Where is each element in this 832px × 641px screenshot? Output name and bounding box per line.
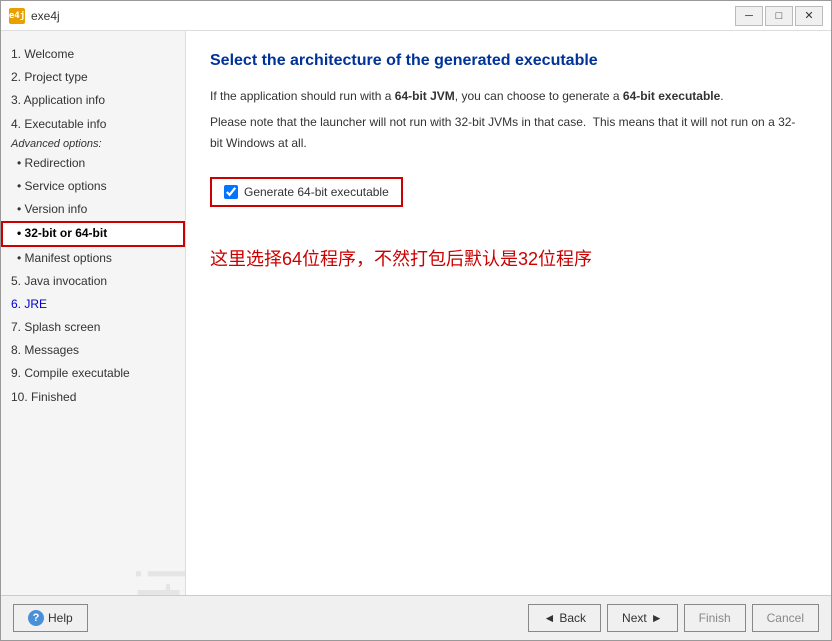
sidebar-item-messages[interactable]: 8. Messages: [1, 339, 185, 362]
chinese-note: 这里选择64位程序，不然打包后默认是32位程序: [210, 245, 807, 271]
footer: ? Help ◄ Back Next ► Finish Cancel: [1, 595, 831, 640]
sidebar-item-service-options[interactable]: • Service options: [1, 175, 185, 198]
next-button[interactable]: Next ►: [607, 604, 678, 632]
window-controls: ─ □ ✕: [735, 6, 823, 26]
title-bar: e4j exe4j ─ □ ✕: [1, 1, 831, 31]
sidebar-item-app-info[interactable]: 3. Application info: [1, 89, 185, 112]
window-title: exe4j: [31, 9, 735, 23]
sidebar-item-exe-info[interactable]: 4. Executable info: [1, 113, 185, 136]
page-title: Select the architecture of the generated…: [210, 51, 807, 72]
sidebar-item-project-type[interactable]: 2. Project type: [1, 66, 185, 89]
sidebar-item-splash-screen[interactable]: 7. Splash screen: [1, 316, 185, 339]
cancel-button[interactable]: Cancel: [752, 604, 819, 632]
app-icon: e4j: [9, 8, 25, 24]
generate-64bit-checkbox[interactable]: [224, 185, 238, 199]
sidebar: 1. Welcome 2. Project type 3. Applicatio…: [1, 31, 186, 595]
help-button[interactable]: ? Help: [13, 604, 88, 632]
sidebar-watermark: exe4j: [124, 565, 186, 595]
sidebar-item-32-64-bit[interactable]: • 32-bit or 64-bit: [1, 221, 185, 246]
back-icon: ◄: [543, 611, 555, 625]
main-window: e4j exe4j ─ □ ✕ 1. Welcome 2. Project ty…: [0, 0, 832, 641]
sidebar-item-finished[interactable]: 10. Finished: [1, 386, 185, 409]
description-1: If the application should run with a 64-…: [210, 86, 807, 106]
close-button[interactable]: ✕: [795, 6, 823, 26]
description-2: Please note that the launcher will not r…: [210, 112, 807, 153]
restore-button[interactable]: □: [765, 6, 793, 26]
back-button[interactable]: ◄ Back: [528, 604, 601, 632]
generate-64bit-group: Generate 64-bit executable: [210, 177, 403, 207]
sidebar-item-redirection[interactable]: • Redirection: [1, 152, 185, 175]
sidebar-item-java-invocation[interactable]: 5. Java invocation: [1, 270, 185, 293]
next-icon: ►: [651, 611, 663, 625]
sidebar-item-welcome[interactable]: 1. Welcome: [1, 43, 185, 66]
window-body: 1. Welcome 2. Project type 3. Applicatio…: [1, 31, 831, 595]
help-icon: ?: [28, 610, 44, 626]
minimize-button[interactable]: ─: [735, 6, 763, 26]
sidebar-item-compile-exe[interactable]: 9. Compile executable: [1, 362, 185, 385]
finish-button[interactable]: Finish: [684, 604, 746, 632]
sidebar-item-version-info[interactable]: • Version info: [1, 198, 185, 221]
sidebar-item-jre[interactable]: 6. JRE: [1, 293, 185, 316]
sidebar-item-manifest-options[interactable]: • Manifest options: [1, 247, 185, 270]
generate-64bit-label[interactable]: Generate 64-bit executable: [244, 185, 389, 199]
advanced-options-header: Advanced options:: [1, 136, 112, 152]
footer-nav: ◄ Back Next ► Finish Cancel: [528, 604, 819, 632]
main-content: Select the architecture of the generated…: [186, 31, 831, 595]
